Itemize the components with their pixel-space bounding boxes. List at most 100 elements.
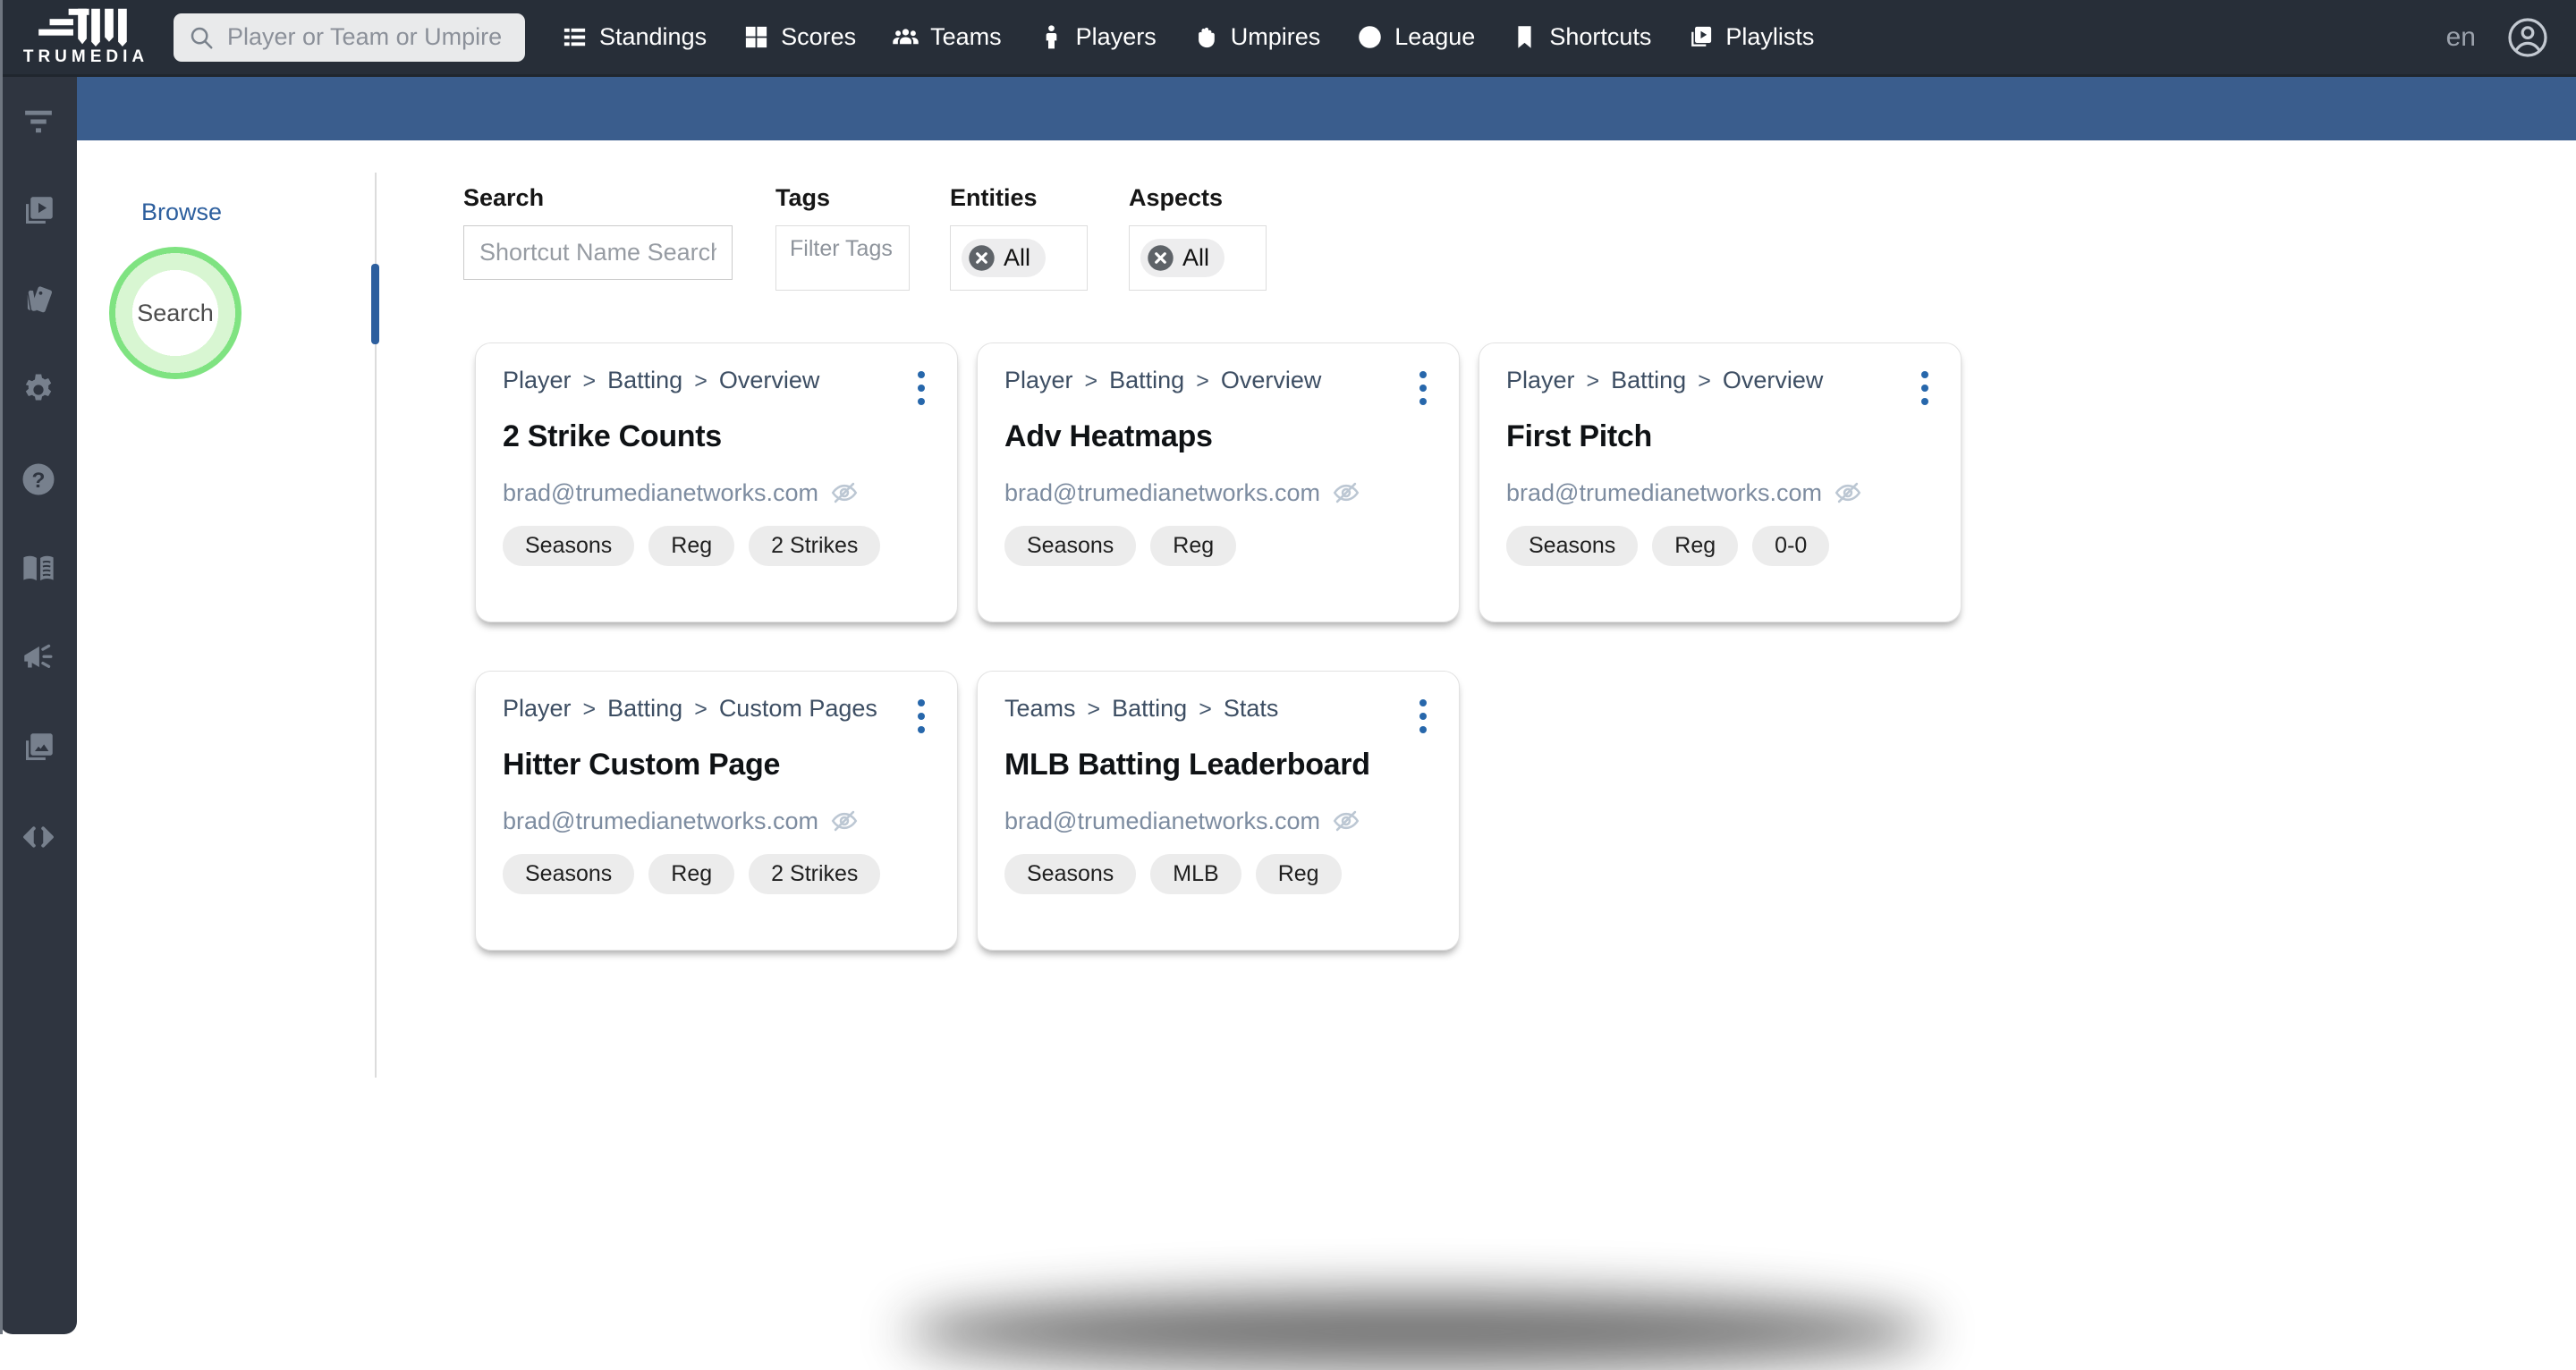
tag-pill: Reg xyxy=(1652,526,1739,566)
breadcrumb-item[interactable]: Batting xyxy=(1076,695,1187,723)
breadcrumb-item[interactable]: Overview xyxy=(682,367,820,394)
breadcrumb: Player Batting Overview xyxy=(1506,367,1823,394)
breadcrumb: Player Batting Overview xyxy=(503,367,819,394)
nav-standings[interactable]: Standings xyxy=(561,23,707,51)
owner-row: brad@trumedianetworks.com xyxy=(503,478,930,508)
trumedia-logo-mark xyxy=(38,8,127,47)
owner-row: brad@trumedianetworks.com xyxy=(503,806,930,836)
global-search-input[interactable] xyxy=(225,22,511,52)
kebab-menu-button[interactable] xyxy=(912,367,930,405)
filter-icon[interactable] xyxy=(0,77,77,166)
tag-pill: 2 Strikes xyxy=(749,526,881,566)
nav-players[interactable]: Players xyxy=(1038,23,1157,51)
card-owner-email: brad@trumedianetworks.com xyxy=(1506,478,1823,506)
video-playlists-icon[interactable] xyxy=(0,166,77,256)
card-title[interactable]: MLB Batting Leaderboard xyxy=(1004,748,1432,782)
breadcrumb-item[interactable]: Player xyxy=(503,367,572,394)
tags-filter-box[interactable] xyxy=(775,225,910,291)
nav-teams[interactable]: Teams xyxy=(892,23,1002,51)
announcements-megaphone-icon[interactable] xyxy=(0,613,77,703)
entities-filter-box[interactable]: All xyxy=(950,225,1088,291)
breadcrumb-item[interactable]: Stats xyxy=(1187,695,1279,723)
bookmark-icon xyxy=(1518,26,1531,48)
shortcut-cards-grid: Player Batting Overview 2 Strike Counts … xyxy=(475,342,1962,951)
tag-pill: Seasons xyxy=(1506,526,1639,566)
shortcut-search-input[interactable] xyxy=(478,238,718,267)
remove-x-circle-icon[interactable] xyxy=(968,244,996,272)
account-button[interactable] xyxy=(2506,16,2549,59)
playlists-icon xyxy=(1691,26,1712,47)
top-nav-bar: TRUMEDIA Standings Scores Teams Players … xyxy=(0,0,2576,77)
trumedia-logo[interactable]: TRUMEDIA xyxy=(0,0,172,74)
standings-icon xyxy=(564,28,586,47)
main-nav: Standings Scores Teams Players Umpires L… xyxy=(561,23,1814,51)
nav-playlists[interactable]: Playlists xyxy=(1687,23,1814,51)
nav-umpires[interactable]: Umpires xyxy=(1192,23,1321,51)
shortcut-card[interactable]: Player Batting Custom Pages Hitter Custo… xyxy=(475,671,958,951)
breadcrumb-item[interactable]: Batting xyxy=(1575,367,1686,394)
brand-text: TRUMEDIA xyxy=(22,47,149,66)
card-title[interactable]: Hitter Custom Page xyxy=(503,748,930,782)
aspects-all-pill[interactable]: All xyxy=(1140,239,1225,277)
breadcrumb-item[interactable]: Custom Pages xyxy=(682,695,877,723)
breadcrumb-item[interactable]: Batting xyxy=(572,695,682,723)
breadcrumb-item[interactable]: Batting xyxy=(1073,367,1184,394)
owner-row: brad@trumedianetworks.com xyxy=(1506,478,1934,508)
sidebar-item-browse[interactable]: Browse xyxy=(141,199,222,226)
shortcut-card[interactable]: Teams Batting Stats MLB Batting Leaderbo… xyxy=(977,671,1460,951)
nav-league[interactable]: League xyxy=(1356,23,1475,51)
breadcrumb-item[interactable]: Batting xyxy=(572,367,682,394)
nav-scores[interactable]: Scores xyxy=(742,23,856,51)
breadcrumb-item[interactable]: Teams xyxy=(1004,695,1076,723)
entities-all-value: All xyxy=(1004,244,1031,271)
embed-code-icon[interactable] xyxy=(0,792,77,882)
breadcrumb-item[interactable]: Overview xyxy=(1686,367,1824,394)
aspects-filter-box[interactable]: All xyxy=(1129,225,1267,291)
breadcrumb-item[interactable]: Player xyxy=(1506,367,1575,394)
owner-row: brad@trumedianetworks.com xyxy=(1004,806,1432,836)
kebab-menu-button[interactable] xyxy=(1916,367,1934,405)
click-highlight: Search xyxy=(109,247,242,379)
tag-row: Seasons MLB Reg xyxy=(1004,854,1432,894)
nav-shortcuts[interactable]: Shortcuts xyxy=(1511,23,1651,51)
entities-all-pill[interactable]: All xyxy=(962,239,1046,277)
tags-filter-label: Tags xyxy=(775,184,831,211)
kebab-menu-button[interactable] xyxy=(1414,695,1432,733)
tag-row: Seasons Reg 2 Strikes xyxy=(503,854,930,894)
umpire-fist-icon xyxy=(1198,27,1215,48)
shortcut-card[interactable]: Player Batting Overview Adv Heatmaps bra… xyxy=(977,342,1460,622)
sidebar-item-search[interactable]: Search xyxy=(137,300,214,327)
card-title[interactable]: First Pitch xyxy=(1506,419,1934,454)
nav-label: Standings xyxy=(599,23,708,50)
help-icon[interactable]: ? xyxy=(0,435,77,524)
tag-row: Seasons Reg 0-0 xyxy=(1506,526,1934,566)
tag-row: Seasons Reg 2 Strikes xyxy=(503,526,930,566)
settings-gear-icon[interactable] xyxy=(0,345,77,435)
breadcrumb-item[interactable]: Player xyxy=(503,695,572,723)
hidden-eye-icon xyxy=(1331,806,1361,836)
swatches-icon[interactable] xyxy=(0,256,77,345)
media-gallery-icon[interactable] xyxy=(0,703,77,792)
shortcut-card[interactable]: Player Batting Overview 2 Strike Counts … xyxy=(475,342,958,622)
remove-x-circle-icon[interactable] xyxy=(1147,244,1174,272)
kebab-menu-button[interactable] xyxy=(1414,367,1432,405)
card-title[interactable]: 2 Strike Counts xyxy=(503,419,930,454)
tag-pill: Reg xyxy=(1150,526,1237,566)
scores-grid-icon xyxy=(745,26,767,48)
card-title[interactable]: Adv Heatmaps xyxy=(1004,419,1432,454)
tags-filter-input[interactable] xyxy=(788,235,901,263)
tag-row: Seasons Reg xyxy=(1004,526,1432,566)
baseball-icon xyxy=(1359,26,1381,48)
hidden-eye-icon xyxy=(1331,478,1361,508)
shortcut-search-box[interactable] xyxy=(463,225,733,280)
global-search-box[interactable] xyxy=(174,13,525,62)
breadcrumb-item[interactable]: Overview xyxy=(1184,367,1322,394)
nav-label: Umpires xyxy=(1230,23,1321,50)
shortcut-card[interactable]: Player Batting Overview First Pitch brad… xyxy=(1479,342,1962,622)
glossary-book-icon[interactable] xyxy=(0,524,77,613)
breadcrumb-item[interactable]: Player xyxy=(1004,367,1073,394)
aspects-all-value: All xyxy=(1182,244,1210,271)
kebab-menu-button[interactable] xyxy=(912,695,930,733)
panel-scrollbar-thumb[interactable] xyxy=(371,264,379,344)
language-selector[interactable]: en xyxy=(2446,22,2476,53)
